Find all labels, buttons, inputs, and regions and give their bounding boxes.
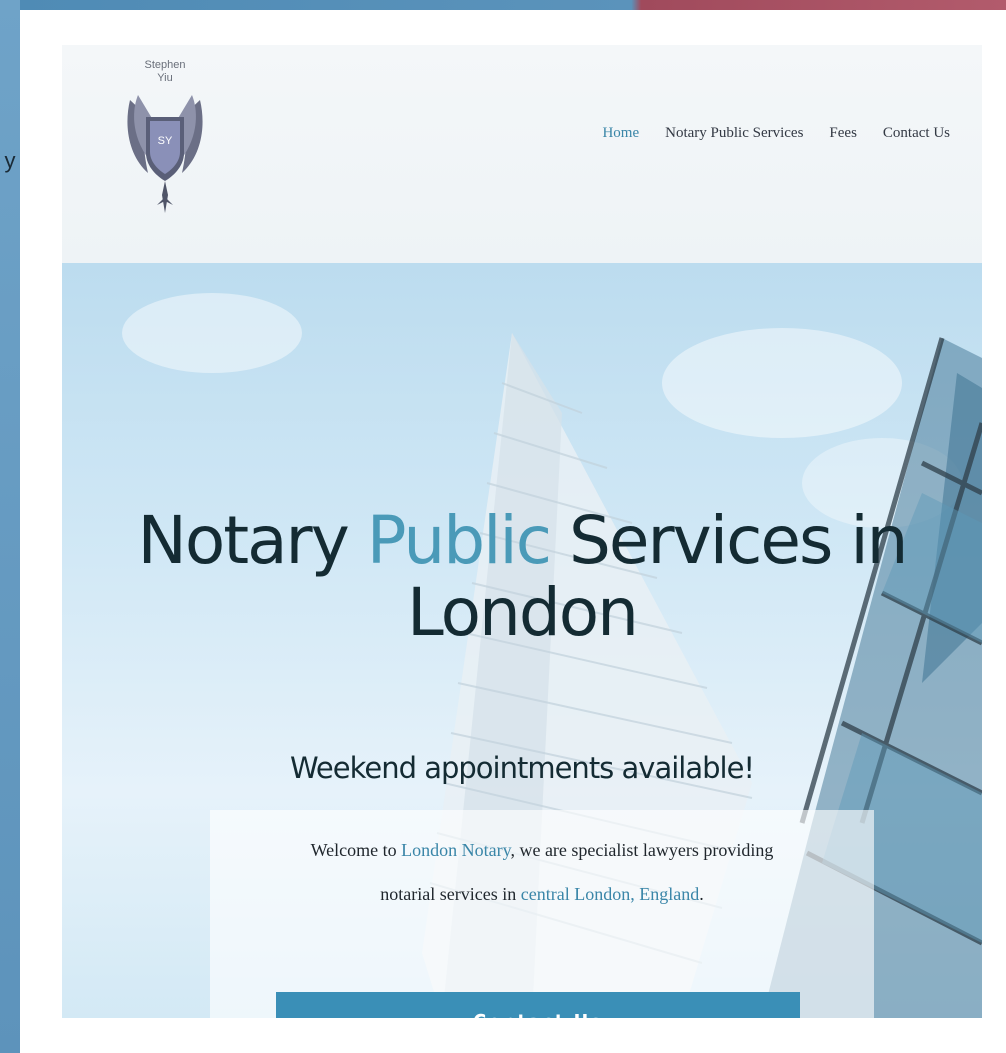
main-nav: Home Notary Public Services Fees Contact… (602, 125, 950, 142)
site-header: Stephen Yiu SY Home Notary Public Servic… (62, 45, 982, 264)
welcome-text: Welcome to London Notary, we are special… (210, 828, 874, 916)
hero-title-part2: Services in (550, 502, 908, 579)
welcome-line2-end: . (699, 884, 704, 904)
logo-name-line2: Yiu (157, 72, 173, 84)
hero-section: Notary Public Services in London Weekend… (62, 263, 982, 1018)
nav-item-contact-us[interactable]: Contact Us (883, 125, 950, 142)
nav-item-notary-public-services[interactable]: Notary Public Services (665, 125, 803, 142)
nav-item-fees[interactable]: Fees (829, 125, 857, 142)
hero-title-accent: Public (366, 502, 552, 579)
central-london-link[interactable]: central London, England (521, 884, 699, 904)
london-notary-link[interactable]: London Notary (401, 840, 510, 860)
welcome-line1-end: , we are specialist lawyers providing (510, 840, 774, 860)
nav-item-home[interactable]: Home (602, 125, 639, 142)
hero-subtitle: Weekend appointments available! (289, 751, 755, 785)
stephen-yiu-logo[interactable]: Stephen Yiu SY (120, 55, 210, 215)
welcome-line1-start: Welcome to (310, 840, 402, 860)
strip-glyph: y (4, 148, 16, 173)
top-window-strip (20, 0, 1006, 10)
hero-title: Notary Public Services in London (62, 505, 982, 649)
welcome-line2-start: notarial services in (380, 884, 521, 904)
left-window-strip: y (0, 0, 20, 1053)
logo-monogram: SY (157, 135, 173, 147)
welcome-panel: Welcome to London Notary, we are special… (210, 810, 874, 1018)
logo-name-line1: Stephen (144, 59, 186, 71)
hero-title-line2: London (407, 574, 639, 651)
website-viewport: Stephen Yiu SY Home Notary Public Servic… (62, 45, 982, 1018)
hero-title-part1: Notary (137, 502, 367, 579)
contact-us-button[interactable]: Contact Us (276, 992, 800, 1018)
